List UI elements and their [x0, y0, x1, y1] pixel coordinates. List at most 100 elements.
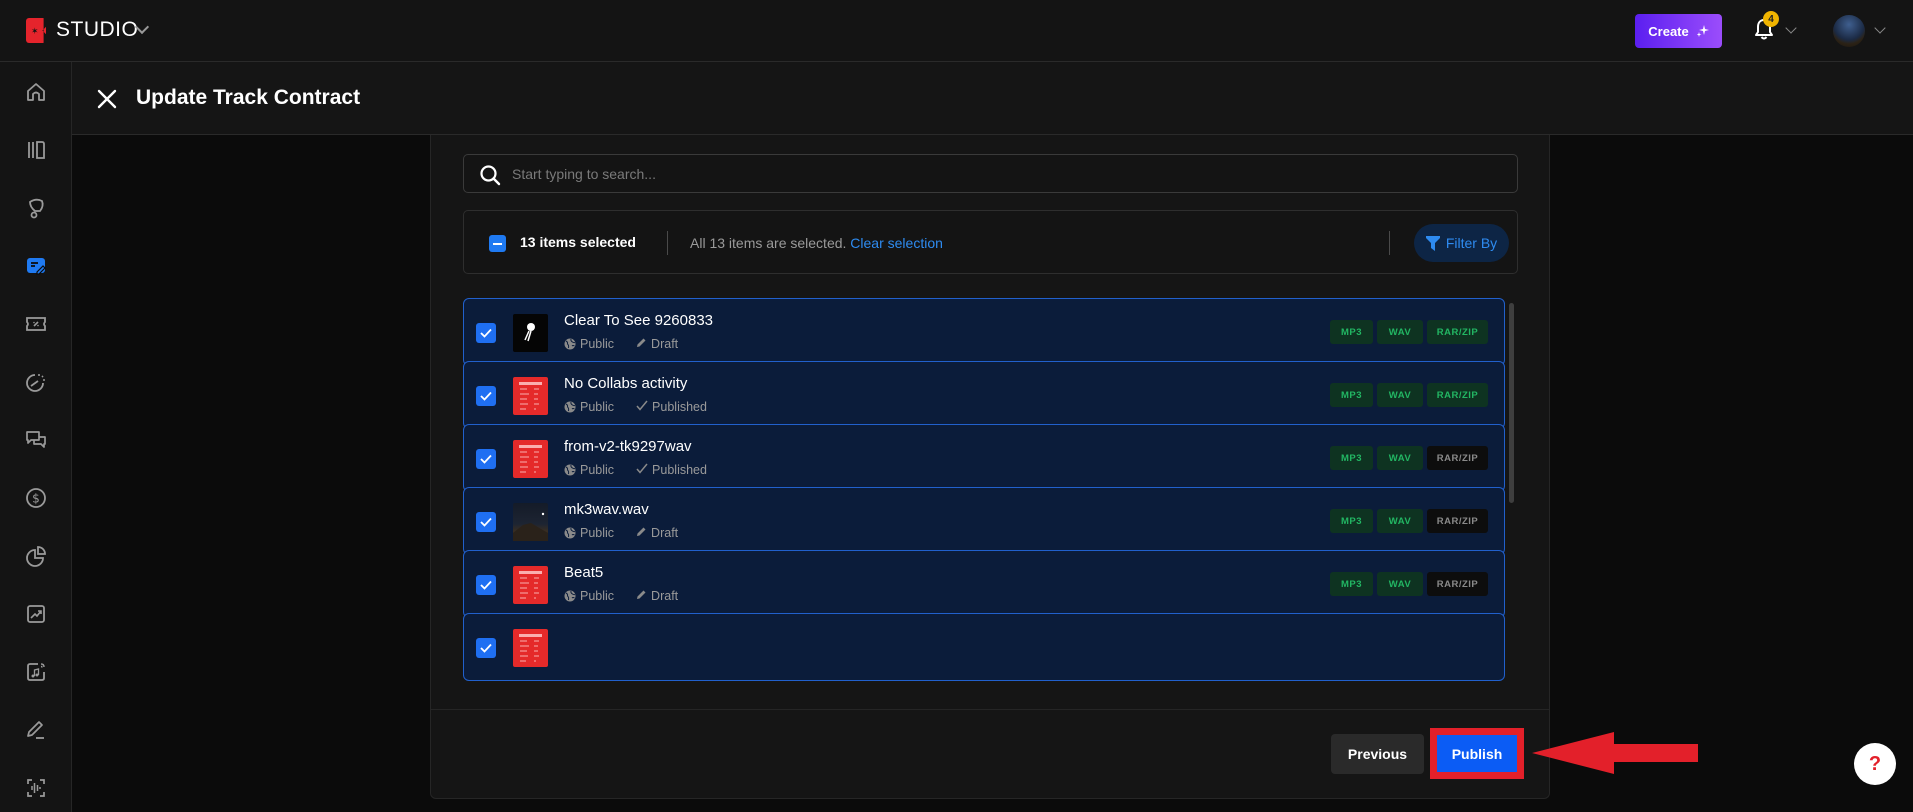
format-tag-mp3: MP3 — [1330, 446, 1373, 470]
create-button[interactable]: Create — [1635, 14, 1722, 48]
format-tag-rar-zip: RAR/ZIP — [1427, 383, 1488, 407]
format-tags: MP3 WAV RAR/ZIP — [1330, 509, 1488, 533]
format-tag-mp3: MP3 — [1330, 383, 1373, 407]
home-icon — [27, 83, 45, 101]
notifications-chevron-down-icon[interactable] — [1785, 22, 1797, 34]
row-checkbox[interactable] — [476, 512, 496, 532]
studio-logo-icon[interactable]: ✶ — [26, 18, 46, 43]
globe-icon — [564, 401, 576, 413]
format-tag-wav: WAV — [1377, 509, 1423, 533]
track-meta: Public Draft — [564, 526, 700, 540]
sidebar-item-edit[interactable] — [22, 716, 50, 744]
chat-bubbles-icon — [26, 431, 46, 448]
selection-status: All 13 items are selected. Clear selecti… — [690, 235, 943, 251]
checkmark-icon — [480, 391, 492, 401]
sidebar-item-sales[interactable]: $ — [22, 484, 50, 512]
sidebar-item-contracts[interactable] — [22, 252, 50, 280]
track-row[interactable]: No Collabs activity Public Published MP3… — [463, 361, 1505, 429]
account-chevron-down-icon[interactable] — [1874, 22, 1886, 34]
gauge-icon — [26, 374, 45, 392]
track-title: mk3wav.wav — [564, 501, 649, 518]
format-tags: MP3 WAV RAR/ZIP — [1330, 383, 1488, 407]
row-checkbox[interactable] — [476, 323, 496, 343]
visibility-label: Public — [580, 400, 615, 414]
divider — [1389, 231, 1390, 255]
visibility-label: Public — [580, 463, 615, 477]
page-header: Update Track Contract — [72, 62, 1913, 135]
track-row[interactable]: Beat5 Public Draft MP3 WAV RAR/ZIP — [463, 550, 1505, 618]
track-list: Clear To See 9260833 Public Draft MP3 WAV… — [463, 298, 1518, 693]
clear-selection-link[interactable]: Clear selection — [850, 235, 943, 251]
visibility: Public — [564, 337, 614, 351]
all-selected-text: All 13 items are selected. — [690, 235, 847, 251]
annotation-arrow-icon — [1532, 732, 1698, 774]
search-input[interactable] — [512, 155, 1502, 192]
track-artwork — [513, 314, 548, 352]
sidebar-item-growth[interactable] — [22, 600, 50, 628]
track-meta: Public Draft — [564, 589, 700, 603]
top-bar: ✶ STUDIO Create 4 — [0, 0, 1913, 62]
status-label: Draft — [651, 337, 679, 351]
track-meta: Public Published — [564, 400, 729, 414]
search-box — [463, 154, 1518, 193]
format-tag-wav: WAV — [1377, 572, 1423, 596]
contract-panel: 13 items selected All 13 items are selec… — [430, 135, 1550, 799]
format-tags: MP3 WAV RAR/ZIP — [1330, 572, 1488, 596]
panel-footer: Previous Publish — [431, 709, 1549, 798]
sidebar-item-audio-scan[interactable] — [22, 774, 50, 802]
pen-icon — [27, 721, 44, 739]
pie-chart-icon — [26, 546, 46, 567]
row-checkbox[interactable] — [476, 638, 496, 658]
sidebar-item-messages[interactable] — [22, 426, 50, 454]
track-row[interactable]: mk3wav.wav Public Draft MP3 WAV RAR/ZIP — [463, 487, 1505, 555]
checkmark-icon — [480, 517, 492, 527]
track-row[interactable]: from-v2-tk9297wav Public Published MP3 WA… — [463, 424, 1505, 492]
svg-text:$: $ — [32, 492, 40, 506]
publish-button[interactable]: Publish — [1437, 735, 1517, 772]
row-checkbox[interactable] — [476, 386, 496, 406]
visibility: Public — [564, 463, 614, 477]
track-title: from-v2-tk9297wav — [564, 438, 692, 455]
track-artwork — [513, 440, 548, 478]
globe-icon — [564, 464, 576, 476]
visibility: Public — [564, 526, 614, 540]
track-row[interactable] — [463, 613, 1505, 681]
trend-chart-icon — [27, 605, 45, 623]
previous-button[interactable]: Previous — [1331, 734, 1424, 774]
globe-icon — [564, 527, 576, 539]
select-all-checkbox[interactable] — [489, 235, 506, 252]
sidebar-item-coupons[interactable] — [22, 310, 50, 338]
close-icon[interactable] — [96, 88, 118, 110]
search-icon — [480, 165, 501, 186]
studio-switcher[interactable]: STUDIO — [56, 18, 138, 42]
list-scrollbar[interactable] — [1509, 303, 1514, 503]
sidebar-item-reports[interactable] — [22, 542, 50, 570]
pencil-icon — [636, 589, 647, 603]
sidebar-item-home[interactable] — [22, 78, 50, 106]
create-button-label: Create — [1648, 23, 1689, 39]
row-checkbox[interactable] — [476, 449, 496, 469]
music-broadcast-icon — [27, 663, 45, 681]
megaphone-icon — [29, 198, 44, 219]
user-avatar[interactable] — [1833, 15, 1865, 47]
sidebar-item-analytics[interactable] — [22, 368, 50, 396]
row-checkbox[interactable] — [476, 575, 496, 595]
filter-by-button[interactable]: Filter By — [1414, 224, 1509, 262]
track-title: Clear To See 9260833 — [564, 312, 714, 329]
sidebar-item-distribution[interactable] — [22, 658, 50, 686]
pencil-icon — [636, 337, 647, 351]
help-button[interactable]: ? — [1854, 743, 1896, 785]
track-meta: Public Draft — [564, 337, 700, 351]
track-title: No Collabs activity — [564, 375, 688, 392]
sidebar-item-marketing[interactable] — [22, 194, 50, 222]
sidebar-item-library[interactable] — [22, 136, 50, 164]
notification-count-badge: 4 — [1763, 11, 1779, 27]
format-tag-mp3: MP3 — [1330, 320, 1373, 344]
format-tag-mp3: MP3 — [1330, 572, 1373, 596]
format-tag-mp3: MP3 — [1330, 509, 1373, 533]
selection-bar: 13 items selected All 13 items are selec… — [463, 210, 1518, 274]
library-icon — [28, 141, 45, 159]
publish-highlight-box: Publish — [1430, 728, 1524, 779]
format-tag-rar-zip: RAR/ZIP — [1427, 509, 1488, 533]
track-row[interactable]: Clear To See 9260833 Public Draft MP3 WAV… — [463, 298, 1505, 366]
